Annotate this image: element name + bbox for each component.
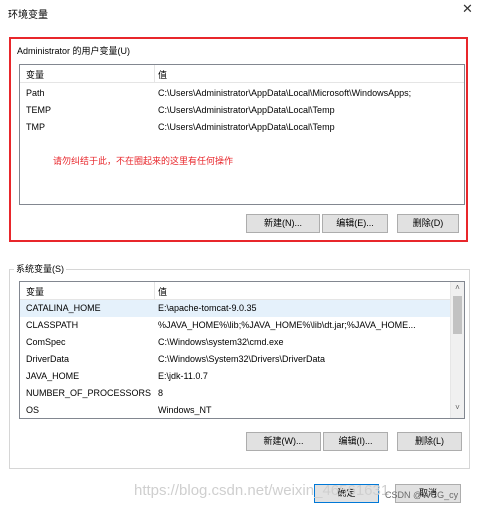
user-vars-label: Administrator 的用户变量(U) (15, 44, 133, 57)
var-name: CATALINA_HOME (26, 303, 101, 313)
user-vars-header: 变量 值 (20, 65, 464, 83)
var-name: Path (26, 88, 45, 98)
var-name: JAVA_HOME (26, 371, 80, 381)
header-value[interactable]: 值 (158, 68, 167, 81)
scroll-down-icon[interactable]: ˅ (451, 403, 464, 412)
header-variable[interactable]: 变量 (26, 285, 44, 298)
table-row[interactable]: JAVA_HOME E:\jdk-11.0.7 (20, 368, 464, 385)
var-name: CLASSPATH (26, 320, 79, 330)
table-row[interactable]: DriverData C:\Windows\System32\Drivers\D… (20, 351, 464, 368)
var-value: E:\apache-tomcat-9.0.35 (158, 303, 257, 313)
csdn-credit: CSDN @WCG_cy (385, 490, 459, 500)
var-value: C:\Users\Administrator\AppData\Local\Mic… (158, 88, 412, 98)
var-value: C:\Users\Administrator\AppData\Local\Tem… (158, 122, 335, 132)
header-separator[interactable] (154, 65, 155, 82)
table-row[interactable]: Path C:\Users\Administrator\AppData\Loca… (20, 85, 464, 102)
header-value[interactable]: 值 (158, 285, 167, 298)
table-row[interactable]: TEMP C:\Users\Administrator\AppData\Loca… (20, 102, 464, 119)
system-new-button[interactable]: 新建(W)... (246, 432, 321, 451)
table-row-selected[interactable]: CATALINA_HOME E:\apache-tomcat-9.0.35 (20, 300, 464, 317)
var-name: ComSpec (26, 337, 66, 347)
system-delete-button[interactable]: 删除(L) (397, 432, 462, 451)
scroll-thumb[interactable] (453, 296, 462, 334)
var-value: C:\Users\Administrator\AppData\Local\Tem… (158, 105, 335, 115)
var-value: C:\Windows\System32\Drivers\DriverData (158, 354, 326, 364)
table-row[interactable]: CLASSPATH %JAVA_HOME%\lib;%JAVA_HOME%\li… (20, 317, 464, 334)
table-row[interactable]: NUMBER_OF_PROCESSORS 8 (20, 385, 464, 402)
var-name: DriverData (26, 354, 70, 364)
user-edit-button[interactable]: 编辑(E)... (322, 214, 388, 233)
var-value: %JAVA_HOME%\lib;%JAVA_HOME%\lib\dt.jar;%… (158, 320, 416, 330)
window-title: 环境变量 (8, 10, 48, 21)
system-vars-header: 变量 值 (20, 282, 464, 300)
vertical-scrollbar[interactable]: ˄ ˅ (450, 282, 464, 418)
var-value: C:\Windows\system32\cmd.exe (158, 337, 284, 347)
annotation-note: 请勿纠结于此，不在圈起来的这里有任何操作 (53, 156, 234, 166)
var-value: E:\jdk-11.0.7 (158, 371, 208, 381)
user-delete-button[interactable]: 删除(D) (397, 214, 459, 233)
var-name: OS (26, 405, 40, 415)
header-separator[interactable] (154, 282, 155, 299)
header-variable[interactable]: 变量 (26, 68, 44, 81)
table-row[interactable]: OS Windows_NT (20, 402, 464, 418)
scroll-up-icon[interactable]: ˄ (451, 283, 464, 292)
system-vars-listview[interactable]: 变量 值 CATALINA_HOME E:\apache-tomcat-9.0.… (19, 281, 465, 419)
watermark-text: https://blog.csdn.net/weixin_46561631 (134, 482, 390, 499)
system-edit-button[interactable]: 编辑(I)... (323, 432, 388, 451)
var-name: TMP (26, 122, 45, 132)
var-name: TEMP (26, 105, 52, 115)
var-name: NUMBER_OF_PROCESSORS (26, 388, 152, 398)
table-row[interactable]: TMP C:\Users\Administrator\AppData\Local… (20, 119, 464, 136)
table-row[interactable]: ComSpec C:\Windows\system32\cmd.exe (20, 334, 464, 351)
close-icon[interactable]: ✕ (462, 1, 473, 17)
var-value: 8 (158, 388, 164, 398)
var-value: Windows_NT (158, 405, 212, 415)
user-new-button[interactable]: 新建(N)... (246, 214, 320, 233)
user-vars-listview[interactable]: 变量 值 Path C:\Users\Administrator\AppData… (19, 64, 465, 205)
system-vars-label: 系统变量(S) (14, 262, 66, 275)
